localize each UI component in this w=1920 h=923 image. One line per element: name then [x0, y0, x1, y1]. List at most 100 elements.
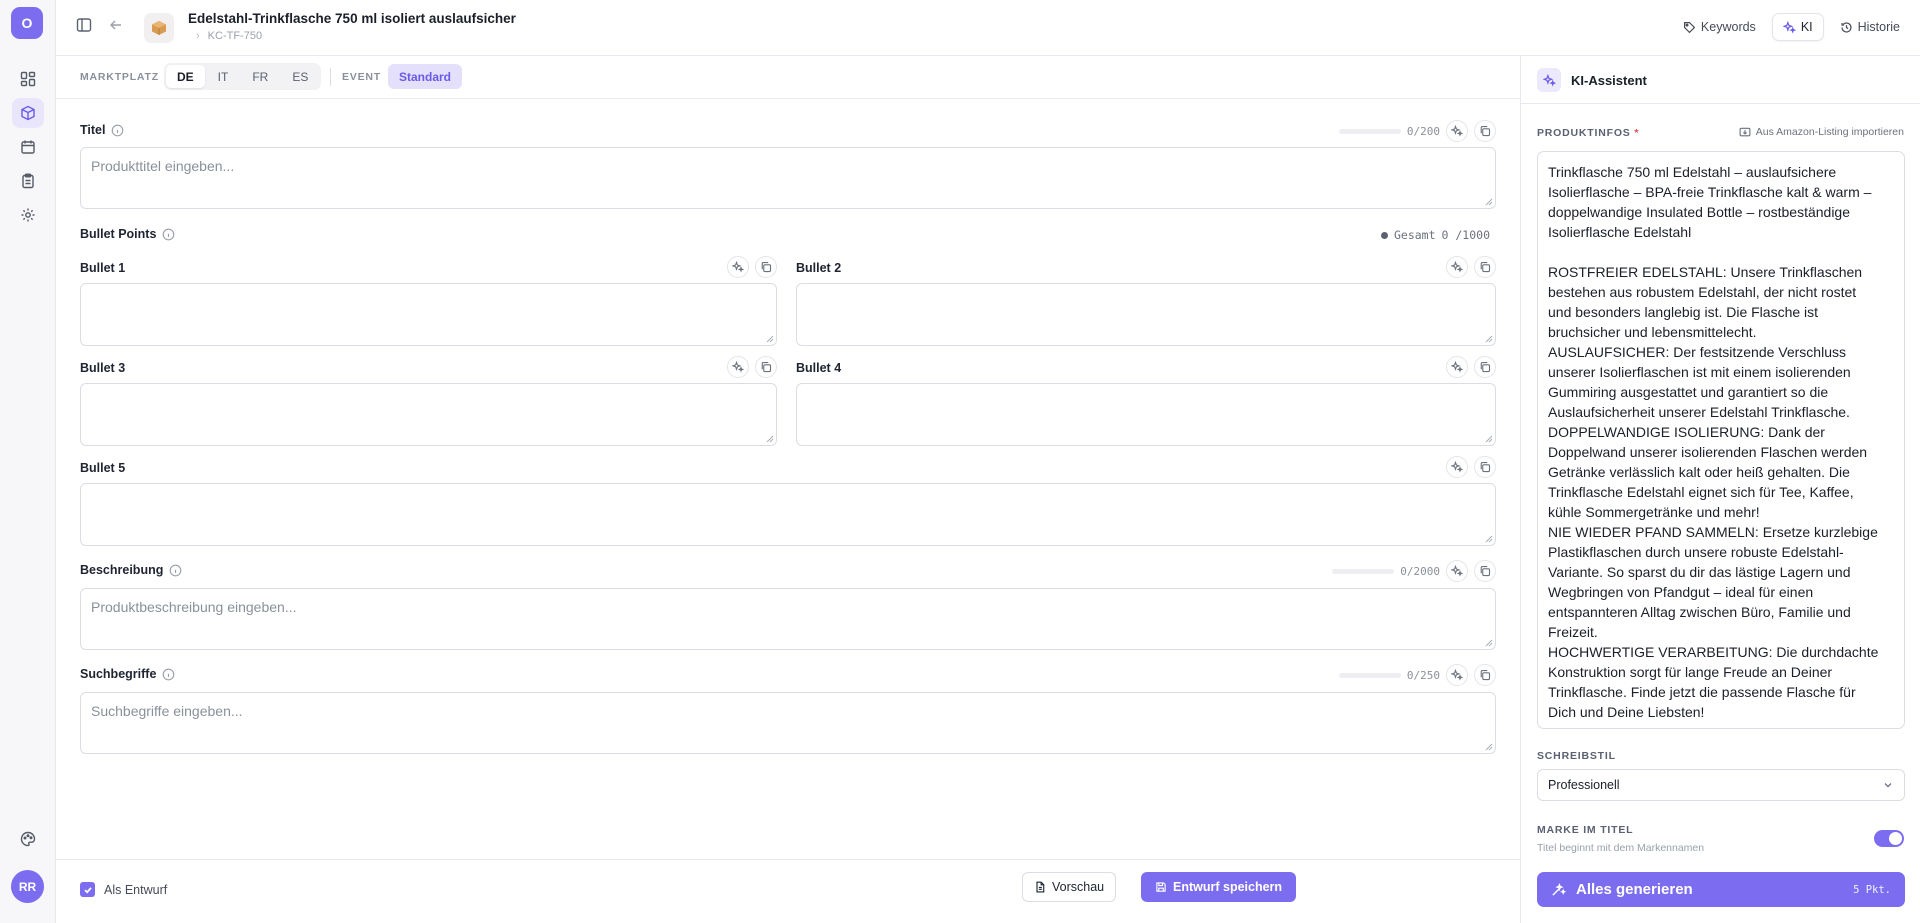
product-info-line: AUSLAUFSICHER: Der festsitzende Verschlu…: [1548, 344, 1846, 360]
generate-bullet-5-button[interactable]: [1446, 456, 1468, 478]
copy-search-terms-button[interactable]: [1474, 664, 1496, 686]
user-avatar[interactable]: RR: [11, 870, 44, 903]
event-label: EVENT: [342, 71, 382, 83]
product-info-line: Auslaufsicherheit unserer Edelstahl Trin…: [1548, 404, 1850, 420]
copy-bullet-5-button[interactable]: [1474, 456, 1496, 478]
clipboard-icon[interactable]: [12, 166, 44, 196]
chevron-down-icon: [1884, 783, 1892, 788]
resize-handle-icon: [1485, 639, 1493, 647]
marketplace-fr[interactable]: FR: [241, 65, 279, 88]
bullet-1-input[interactable]: [80, 283, 777, 346]
product-info-line: Trinkflasche 750 ml Edelstahl – auslaufs…: [1548, 164, 1837, 180]
product-info-line: Dich und Deine Liebsten!: [1548, 704, 1705, 720]
event-standard[interactable]: Standard: [388, 64, 463, 89]
description-counter: 0/2000: [1400, 564, 1440, 578]
save-draft-button[interactable]: Entwurf speichern: [1141, 872, 1297, 902]
generate-bullet-4-button[interactable]: [1446, 356, 1468, 378]
generate-bullet-1-button[interactable]: [727, 256, 749, 278]
bullet-3-input[interactable]: [80, 383, 777, 446]
brand-in-title-toggle[interactable]: [1874, 830, 1904, 847]
sidebar-toggle-icon[interactable]: [76, 17, 92, 33]
checkbox-checked-icon[interactable]: [80, 882, 95, 897]
draft-checkbox-label: Als Entwurf: [104, 882, 168, 897]
marketplace-label: MARKTPLATZ: [80, 71, 159, 83]
gear-icon[interactable]: [12, 200, 44, 230]
marketplace-es[interactable]: ES: [281, 65, 319, 88]
tab-keywords[interactable]: Keywords: [1673, 13, 1766, 41]
app-logo[interactable]: O: [11, 7, 43, 39]
generate-all-button[interactable]: Alles generieren 5 Pkt.: [1537, 872, 1905, 907]
writing-style-select[interactable]: Professionell: [1537, 769, 1905, 801]
copy-description-button[interactable]: [1474, 560, 1496, 582]
bullet-4-label: Bullet 4: [796, 361, 842, 375]
search-terms-input[interactable]: Suchbegriffe eingeben...: [80, 692, 1496, 754]
sparkles-icon: [732, 261, 744, 273]
bullet-2-tools: [1446, 256, 1496, 278]
resize-handle-icon: [1485, 198, 1493, 206]
dashboard-icon[interactable]: [12, 64, 44, 94]
info-icon: [170, 564, 182, 576]
resize-handle-icon: [1485, 535, 1493, 543]
bullet-3-label: Bullet 3: [80, 361, 126, 375]
generate-search-terms-button[interactable]: [1446, 664, 1468, 686]
draft-checkbox[interactable]: Als Entwurf: [80, 882, 167, 897]
info-icon: [163, 228, 175, 240]
product-info-line: Doppelwand unserer isolierenden Flaschen…: [1548, 444, 1868, 460]
copy-bullet-1-button[interactable]: [755, 256, 777, 278]
sidebar-rail: O RR: [0, 0, 56, 923]
bullet-1-tools: [727, 256, 777, 278]
back-arrow-icon[interactable]: [108, 17, 124, 33]
resize-handle-icon: [766, 435, 774, 443]
generate-bullet-2-button[interactable]: [1446, 256, 1468, 278]
preview-button[interactable]: Vorschau: [1022, 872, 1117, 902]
product-info-line: doppelwandige Insulated Bottle – rostbes…: [1548, 204, 1850, 220]
product-info-line: DOPPELWANDIGE ISOLIERUNG: Dank der: [1548, 424, 1825, 440]
bullet-4-tools: [1446, 356, 1496, 378]
copy-icon: [1480, 669, 1491, 681]
copy-icon: [1480, 125, 1491, 137]
product-info-line: Trinkflasche Edelstahl eignet sich für T…: [1548, 484, 1854, 500]
bullet-5-input[interactable]: [80, 483, 1496, 546]
description-input[interactable]: Produktbeschreibung eingeben...: [80, 588, 1496, 650]
marketplace-bar: MARKTPLATZ DE IT FR ES EVENT Standard: [56, 56, 1520, 99]
calendar-icon[interactable]: [12, 132, 44, 162]
product-info-line: entspannteren Alltag zwischen Büro, Fami…: [1548, 604, 1851, 620]
marketplace-de[interactable]: DE: [166, 65, 205, 88]
bullet-5-label: Bullet 5: [80, 461, 126, 475]
copy-icon: [1480, 565, 1491, 577]
tab-historie[interactable]: Historie: [1830, 13, 1910, 41]
generate-description-button[interactable]: [1446, 560, 1468, 582]
product-info-textarea[interactable]: Trinkflasche 750 ml Edelstahl – auslaufs…: [1537, 151, 1905, 729]
palette-icon[interactable]: [12, 824, 44, 854]
copy-bullet-3-button[interactable]: [755, 356, 777, 378]
import-amazon-link[interactable]: Aus Amazon-Listing importieren: [1739, 126, 1904, 138]
product-thumbnail: [144, 13, 174, 43]
ai-panel-header: KI-Assistent: [1521, 56, 1920, 104]
copy-icon: [1480, 461, 1491, 473]
bullet-4-input[interactable]: [796, 383, 1496, 446]
title-input[interactable]: Produkttitel eingeben...: [80, 147, 1496, 209]
product-info-line: Gummiring ausgestattet und garantiert so…: [1548, 384, 1829, 400]
copy-icon: [761, 261, 772, 273]
bullet-2-input[interactable]: [796, 283, 1496, 346]
resize-handle-icon: [1485, 335, 1493, 343]
generate-title-button[interactable]: [1446, 120, 1468, 142]
info-icon: [112, 124, 124, 136]
package-icon[interactable]: [12, 98, 44, 128]
copy-title-button[interactable]: [1474, 120, 1496, 142]
brand-in-title-description: Titel beginnt mit dem Markennamen: [1537, 842, 1705, 854]
import-icon: [1739, 127, 1751, 137]
copy-bullet-2-button[interactable]: [1474, 256, 1496, 278]
generate-bullet-3-button[interactable]: [727, 356, 749, 378]
copy-bullet-4-button[interactable]: [1474, 356, 1496, 378]
bullet-2-label: Bullet 2: [796, 261, 842, 275]
product-title: Edelstahl-Trinkflasche 750 ml isoliert a…: [188, 11, 516, 26]
marketplace-it[interactable]: IT: [207, 65, 240, 88]
search-terms-counter: 0/250: [1406, 668, 1440, 682]
resize-handle-icon: [766, 335, 774, 343]
product-info-line: Plastikflaschen durch unsere robuste Ede…: [1548, 544, 1844, 560]
product-info-line: ROSTFREIER EDELSTAHL: Unsere Trinkflasch…: [1548, 264, 1863, 280]
product-info-line: Variante. So sparst du dir das lästige L…: [1548, 564, 1851, 580]
tab-ki[interactable]: KI: [1771, 13, 1824, 41]
product-info-line: Getränke verlässlich kalt oder heiß geha…: [1548, 464, 1850, 480]
